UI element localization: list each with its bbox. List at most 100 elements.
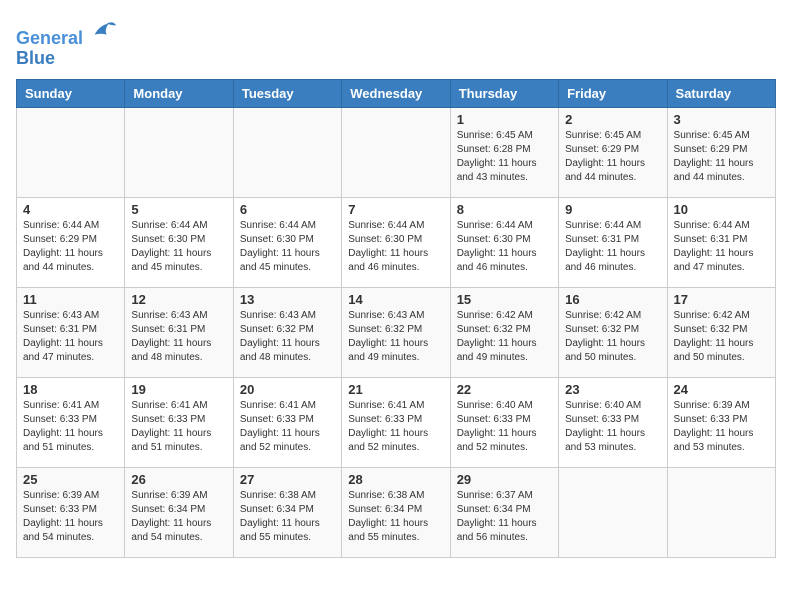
day-number: 8 — [457, 202, 552, 217]
day-number: 14 — [348, 292, 443, 307]
day-cell: 28Sunrise: 6:38 AM Sunset: 6:34 PM Dayli… — [342, 467, 450, 557]
day-cell — [342, 107, 450, 197]
day-number: 5 — [131, 202, 226, 217]
day-cell: 22 Sunrise: 6:40 AM Sunset: 6:33 PM Dayli… — [450, 377, 558, 467]
day-number: 26 — [131, 472, 226, 487]
day-number: 2 — [565, 112, 660, 127]
day-info: Sunrise: 6:38 AM Sunset: 6:34 PM Dayligh… — [240, 489, 335, 545]
header-wednesday: Wednesday — [342, 79, 450, 107]
day-info: Sunrise: 6:44 AM Sunset: 6:29 PM Dayligh… — [23, 219, 118, 275]
header-tuesday: Tuesday — [233, 79, 341, 107]
day-cell: 26 Sunrise: 6:39 AM Sunset: 6:34 PM Dayli… — [125, 467, 233, 557]
day-info: Sunrise: 6:44 AM Sunset: 6:30 PM Dayligh… — [131, 219, 226, 275]
day-info: Sunrise: 6:43 AM Sunset: 6:32 PM Dayligh… — [348, 309, 443, 365]
day-number: 1 — [457, 112, 552, 127]
day-cell — [125, 107, 233, 197]
day-number: 20 — [240, 382, 335, 397]
header-friday: Friday — [559, 79, 667, 107]
day-cell: 11 Sunrise: 6:43 AM Sunset: 6:31 PM Dayli… — [17, 287, 125, 377]
day-number: 10 — [674, 202, 769, 217]
day-number: 12 — [131, 292, 226, 307]
day-info: Sunrise: 6:44 AM Sunset: 6:30 PM Dayligh… — [240, 219, 335, 275]
day-number: 15 — [457, 292, 552, 307]
day-info: Sunrise: 6:43 AM Sunset: 6:31 PM Dayligh… — [131, 309, 226, 365]
day-number: 28 — [348, 472, 443, 487]
calendar-table: SundayMondayTuesdayWednesdayThursdayFrid… — [16, 79, 776, 558]
calendar-header-row: SundayMondayTuesdayWednesdayThursdayFrid… — [17, 79, 776, 107]
day-info: Sunrise: 6:45 AM Sunset: 6:29 PM Dayligh… — [565, 129, 660, 185]
logo-bird-icon — [90, 16, 118, 44]
day-number: 27 — [240, 472, 335, 487]
day-info: Sunrise: 6:43 AM Sunset: 6:31 PM Dayligh… — [23, 309, 118, 365]
logo-text: General — [16, 16, 118, 49]
day-info: Sunrise: 6:40 AM Sunset: 6:33 PM Dayligh… — [457, 399, 552, 455]
page-header: General Blue — [16, 16, 776, 69]
day-cell: 23 Sunrise: 6:40 AM Sunset: 6:33 PM Dayli… — [559, 377, 667, 467]
day-cell: 24Sunrise: 6:39 AM Sunset: 6:33 PM Dayli… — [667, 377, 775, 467]
day-info: Sunrise: 6:44 AM Sunset: 6:31 PM Dayligh… — [674, 219, 769, 275]
day-number: 16 — [565, 292, 660, 307]
day-info: Sunrise: 6:40 AM Sunset: 6:33 PM Dayligh… — [565, 399, 660, 455]
day-cell: 5 Sunrise: 6:44 AM Sunset: 6:30 PM Daylig… — [125, 197, 233, 287]
day-cell: 15Sunrise: 6:42 AM Sunset: 6:32 PM Dayli… — [450, 287, 558, 377]
day-cell: 16 Sunrise: 6:42 AM Sunset: 6:32 PM Dayli… — [559, 287, 667, 377]
day-cell: 4 Sunrise: 6:44 AM Sunset: 6:29 PM Daylig… — [17, 197, 125, 287]
day-info: Sunrise: 6:39 AM Sunset: 6:33 PM Dayligh… — [23, 489, 118, 545]
day-number: 7 — [348, 202, 443, 217]
day-cell: 18 Sunrise: 6:41 AM Sunset: 6:33 PM Dayli… — [17, 377, 125, 467]
day-number: 19 — [131, 382, 226, 397]
day-info: Sunrise: 6:41 AM Sunset: 6:33 PM Dayligh… — [131, 399, 226, 455]
day-cell: 7 Sunrise: 6:44 AM Sunset: 6:30 PM Daylig… — [342, 197, 450, 287]
day-cell: 17Sunrise: 6:42 AM Sunset: 6:32 PM Dayli… — [667, 287, 775, 377]
week-row-5: 25 Sunrise: 6:39 AM Sunset: 6:33 PM Dayli… — [17, 467, 776, 557]
day-cell: 20Sunrise: 6:41 AM Sunset: 6:33 PM Dayli… — [233, 377, 341, 467]
day-info: Sunrise: 6:45 AM Sunset: 6:28 PM Dayligh… — [457, 129, 552, 185]
day-cell: 9Sunrise: 6:44 AM Sunset: 6:31 PM Daylig… — [559, 197, 667, 287]
day-info: Sunrise: 6:44 AM Sunset: 6:30 PM Dayligh… — [348, 219, 443, 275]
logo: General Blue — [16, 16, 118, 69]
week-row-1: 1 Sunrise: 6:45 AM Sunset: 6:28 PM Daylig… — [17, 107, 776, 197]
day-number: 21 — [348, 382, 443, 397]
day-cell: 14 Sunrise: 6:43 AM Sunset: 6:32 PM Dayli… — [342, 287, 450, 377]
day-info: Sunrise: 6:39 AM Sunset: 6:33 PM Dayligh… — [674, 399, 769, 455]
day-number: 3 — [674, 112, 769, 127]
day-cell: 2 Sunrise: 6:45 AM Sunset: 6:29 PM Daylig… — [559, 107, 667, 197]
day-info: Sunrise: 6:39 AM Sunset: 6:34 PM Dayligh… — [131, 489, 226, 545]
day-number: 18 — [23, 382, 118, 397]
day-cell: 29 Sunrise: 6:37 AM Sunset: 6:34 PM Dayli… — [450, 467, 558, 557]
day-info: Sunrise: 6:42 AM Sunset: 6:32 PM Dayligh… — [565, 309, 660, 365]
day-cell — [667, 467, 775, 557]
day-number: 29 — [457, 472, 552, 487]
day-info: Sunrise: 6:37 AM Sunset: 6:34 PM Dayligh… — [457, 489, 552, 545]
day-number: 4 — [23, 202, 118, 217]
day-info: Sunrise: 6:43 AM Sunset: 6:32 PM Dayligh… — [240, 309, 335, 365]
day-number: 17 — [674, 292, 769, 307]
day-cell: 8 Sunrise: 6:44 AM Sunset: 6:30 PM Daylig… — [450, 197, 558, 287]
day-info: Sunrise: 6:41 AM Sunset: 6:33 PM Dayligh… — [23, 399, 118, 455]
day-info: Sunrise: 6:44 AM Sunset: 6:30 PM Dayligh… — [457, 219, 552, 275]
day-info: Sunrise: 6:45 AM Sunset: 6:29 PM Dayligh… — [674, 129, 769, 185]
logo-text-blue: Blue — [16, 49, 118, 69]
header-saturday: Saturday — [667, 79, 775, 107]
day-cell: 21Sunrise: 6:41 AM Sunset: 6:33 PM Dayli… — [342, 377, 450, 467]
header-sunday: Sunday — [17, 79, 125, 107]
day-number: 25 — [23, 472, 118, 487]
day-number: 6 — [240, 202, 335, 217]
day-number: 22 — [457, 382, 552, 397]
day-cell — [17, 107, 125, 197]
day-cell — [233, 107, 341, 197]
day-info: Sunrise: 6:44 AM Sunset: 6:31 PM Dayligh… — [565, 219, 660, 275]
day-cell: 6 Sunrise: 6:44 AM Sunset: 6:30 PM Daylig… — [233, 197, 341, 287]
day-number: 23 — [565, 382, 660, 397]
day-cell: 1 Sunrise: 6:45 AM Sunset: 6:28 PM Daylig… — [450, 107, 558, 197]
day-cell: 25 Sunrise: 6:39 AM Sunset: 6:33 PM Dayli… — [17, 467, 125, 557]
day-cell: 27 Sunrise: 6:38 AM Sunset: 6:34 PM Dayli… — [233, 467, 341, 557]
day-cell: 13 Sunrise: 6:43 AM Sunset: 6:32 PM Dayli… — [233, 287, 341, 377]
day-number: 11 — [23, 292, 118, 307]
day-cell: 12 Sunrise: 6:43 AM Sunset: 6:31 PM Dayli… — [125, 287, 233, 377]
day-cell: 10 Sunrise: 6:44 AM Sunset: 6:31 PM Dayli… — [667, 197, 775, 287]
header-thursday: Thursday — [450, 79, 558, 107]
week-row-4: 18 Sunrise: 6:41 AM Sunset: 6:33 PM Dayli… — [17, 377, 776, 467]
day-number: 13 — [240, 292, 335, 307]
day-cell: 19 Sunrise: 6:41 AM Sunset: 6:33 PM Dayli… — [125, 377, 233, 467]
